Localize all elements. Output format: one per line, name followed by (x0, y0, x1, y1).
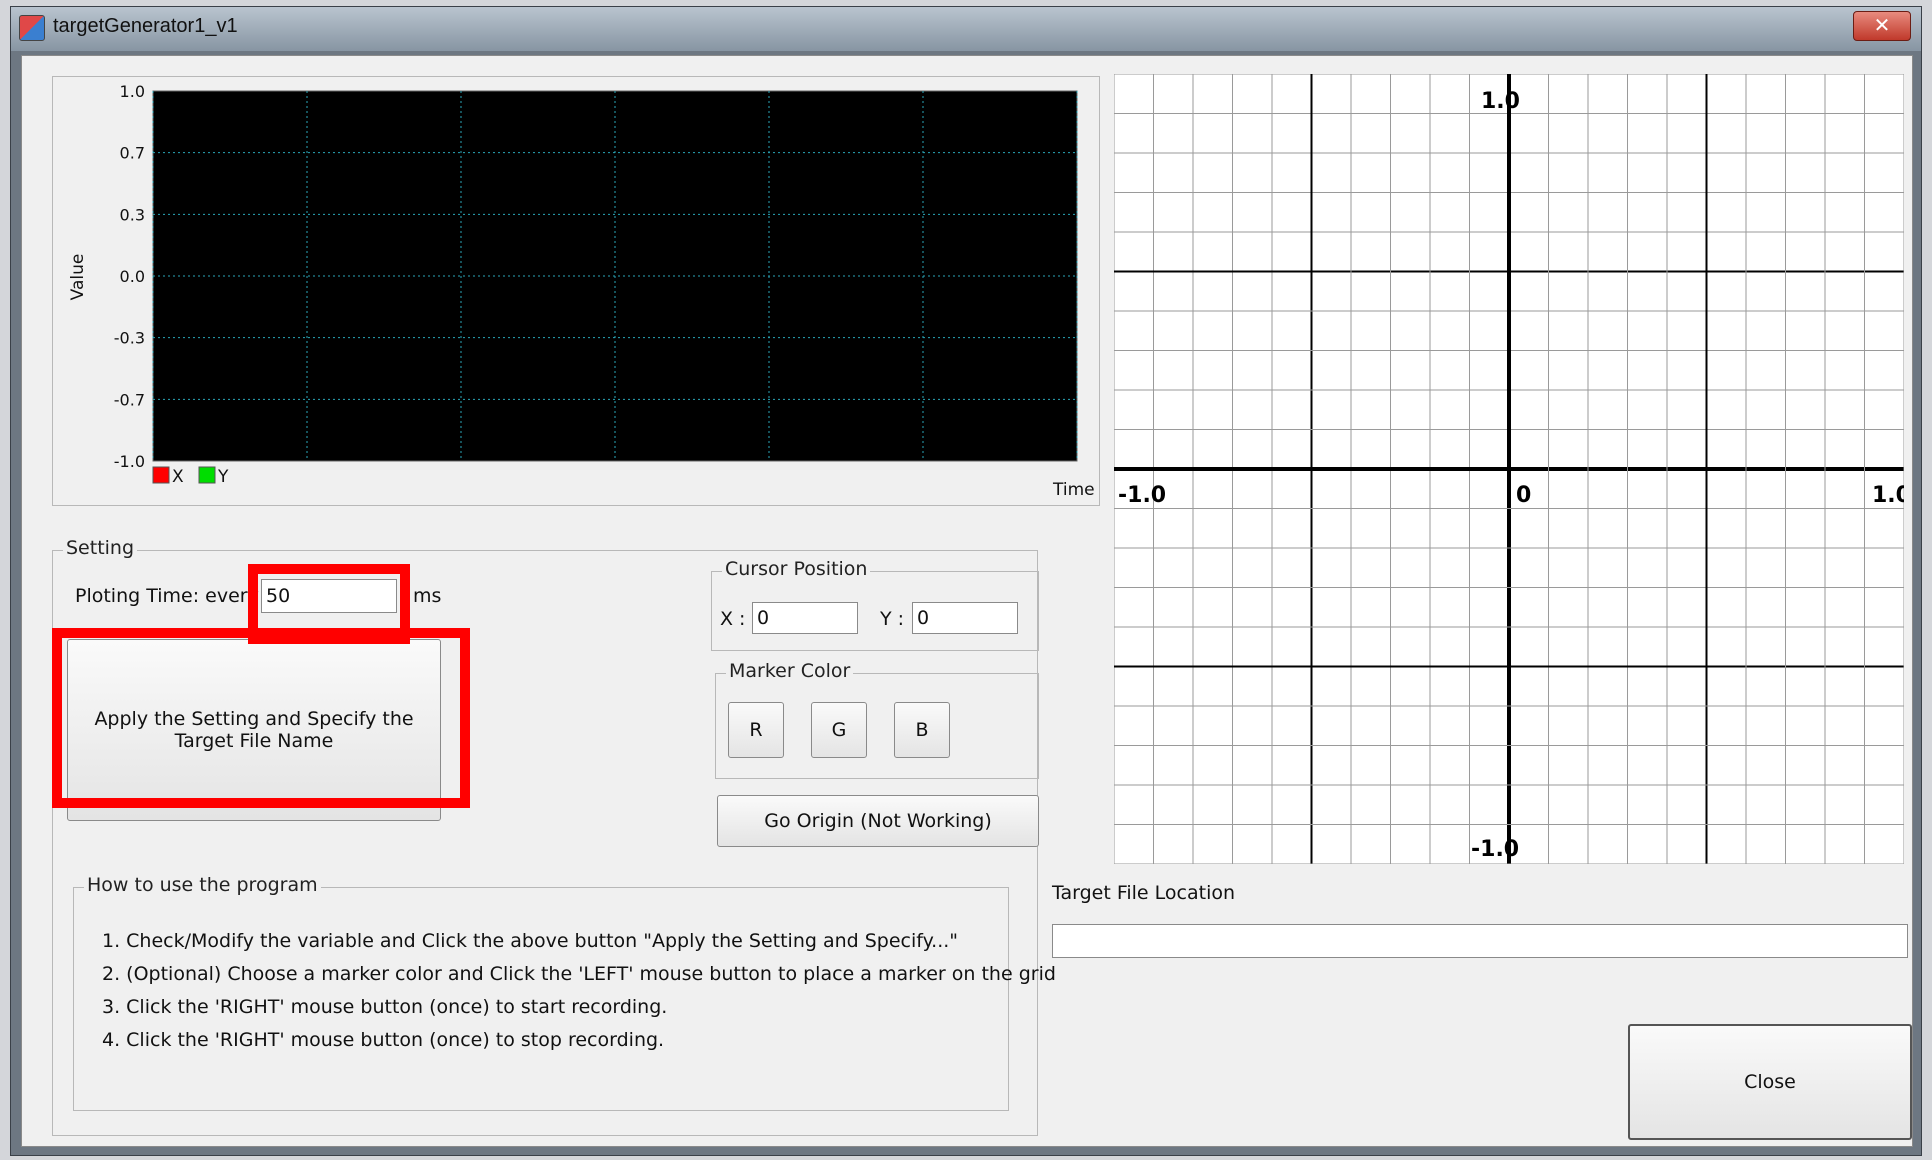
howto-line-3: 3. Click the 'RIGHT' mouse button (once)… (102, 996, 668, 1018)
window-close-button[interactable]: ✕ (1853, 11, 1911, 41)
marker-blue-button[interactable]: B (894, 702, 950, 758)
marker-grid-panel[interactable]: 1.0 -1.0 -1.0 1.0 0 (1113, 73, 1911, 869)
chart-xlabel: Time (1052, 480, 1095, 500)
chart-y-tick-label: -0.3 (114, 329, 145, 348)
target-file-label: Target File Location (1052, 882, 1236, 904)
app-window: targetGenerator1_v1 ✕ 1.0 0.7 0.3 0.0 -0.3 -0… (10, 6, 1922, 1156)
cursor-position-label: Cursor Position (722, 558, 871, 580)
cursor-y-input[interactable] (912, 602, 1018, 634)
marker-color-group: Marker Color R G B (715, 660, 1039, 779)
apply-setting-button-line2: Target File Name (174, 730, 334, 752)
apply-setting-button[interactable]: Apply the Setting and Specify the Target… (67, 639, 441, 821)
howto-line-4: 4. Click the 'RIGHT' mouse button (once)… (102, 1029, 665, 1051)
cursor-x-label: X : (720, 608, 746, 630)
howto-group: How to use the program 1. Check/Modify t… (73, 874, 1056, 1111)
cursor-position-group: Cursor Position X : Y : (711, 558, 1039, 651)
legend-label-x: X (172, 467, 184, 487)
howto-line-1: 1. Check/Modify the variable and Click t… (102, 930, 959, 952)
grid-right-label: 1.0 (1872, 483, 1904, 508)
grid-top-label: 1.0 (1481, 89, 1520, 114)
client-area: 1.0 0.7 0.3 0.0 -0.3 -0.7 -1.0 Value Time X Y … (21, 55, 1913, 1147)
marker-color-label: Marker Color (726, 660, 854, 682)
grid-bottom-label: -1.0 (1471, 837, 1519, 862)
howto-line-2: 2. (Optional) Choose a marker color and … (102, 963, 1056, 985)
time-chart: 1.0 0.7 0.3 0.0 -0.3 -0.7 -1.0 Value Time X Y (68, 82, 1095, 500)
legend-swatch-y (198, 466, 216, 484)
ploting-time-input[interactable] (261, 579, 397, 613)
marker-red-button[interactable]: R (728, 702, 784, 758)
grid-origin-label: 0 (1516, 483, 1531, 508)
chart-y-tick-labels: 1.0 0.7 0.3 0.0 -0.3 -0.7 -1.0 (114, 82, 145, 471)
howto-group-label: How to use the program (84, 874, 321, 896)
ms-label: ms (413, 585, 442, 607)
setting-group-label: Setting (63, 537, 138, 559)
chart-y-tick-label: 0.0 (120, 267, 145, 286)
apply-setting-button-line1: Apply the Setting and Specify the (94, 708, 414, 730)
target-file-input[interactable] (1052, 924, 1908, 958)
go-origin-button[interactable]: Go Origin (Not Working) (717, 795, 1039, 847)
chart-y-tick-label: 1.0 (120, 82, 145, 101)
marker-green-button[interactable]: G (811, 702, 867, 758)
marker-grid[interactable]: 1.0 -1.0 -1.0 1.0 0 (1113, 73, 1911, 865)
close-button[interactable]: Close (1628, 1024, 1912, 1140)
chart-y-tick-label: -1.0 (114, 452, 145, 471)
chart-y-tick-label: -0.7 (114, 390, 145, 409)
chart-y-tick-label: 0.3 (120, 205, 145, 224)
legend-swatch-x (152, 466, 170, 484)
setting-group: Setting Ploting Time: every ms Apply the… (52, 537, 1056, 1136)
chart-y-tick-label: 0.7 (120, 144, 145, 163)
window-title: targetGenerator1_v1 (53, 15, 238, 37)
title-bar[interactable]: targetGenerator1_v1 ✕ (11, 7, 1921, 51)
legend-label-y: Y (217, 467, 229, 487)
time-chart-panel: 1.0 0.7 0.3 0.0 -0.3 -0.7 -1.0 Value Time X Y (52, 76, 1100, 506)
chart-ylabel: Value (68, 254, 88, 301)
cursor-y-label: Y : (880, 608, 905, 630)
app-icon (19, 15, 45, 41)
grid-left-label: -1.0 (1118, 483, 1166, 508)
cursor-x-input[interactable] (752, 602, 858, 634)
ploting-time-label: Ploting Time: every (75, 585, 259, 607)
